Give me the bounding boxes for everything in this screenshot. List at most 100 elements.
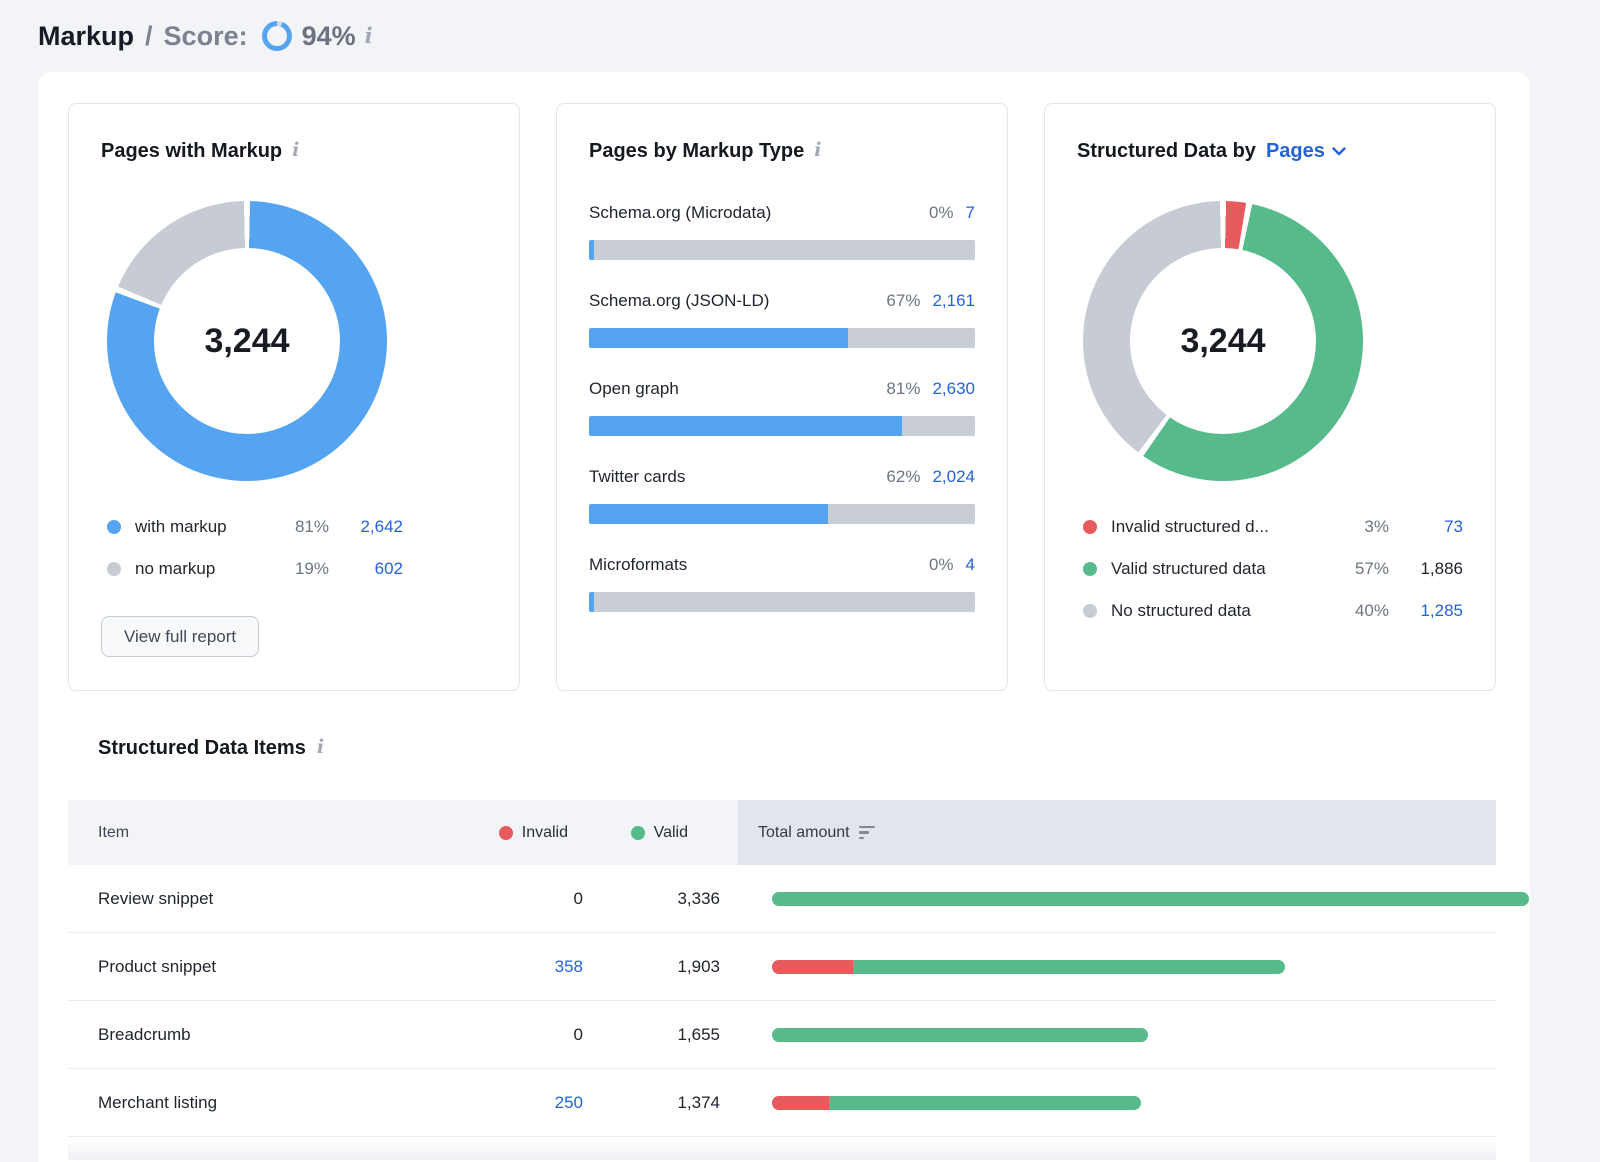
- markup-type-label: Open graph: [589, 379, 886, 399]
- total-bar-cell: [738, 892, 1529, 906]
- legend-item: no markup19%602: [107, 555, 403, 583]
- table-row: Review snippet 0 3,336: [68, 865, 1496, 933]
- structured-data-items-title: Structured Data Items: [98, 737, 306, 760]
- markup-type-value-link[interactable]: 4: [966, 555, 975, 575]
- total-bar-cell: [738, 1028, 1496, 1042]
- legend-value-link[interactable]: 73: [1389, 517, 1463, 537]
- markup-type-value-link[interactable]: 7: [966, 203, 975, 223]
- markup-type-label: Schema.org (JSON-LD): [589, 291, 886, 311]
- markup-type-bar-fill: [589, 592, 594, 612]
- markup-type-value-link[interactable]: 2,024: [932, 467, 975, 487]
- legend-percent: 3%: [1329, 517, 1389, 537]
- markup-type-percent: 0%: [929, 203, 954, 223]
- column-item: Item: [98, 824, 428, 842]
- markup-type-percent: 62%: [886, 467, 920, 487]
- score-info-icon[interactable]: i: [365, 25, 373, 46]
- valid-count: 1,903: [583, 957, 738, 977]
- table-row: Breadcrumb 0 1,655: [68, 1001, 1496, 1069]
- markup-type-percent: 0%: [929, 555, 954, 575]
- legend-percent: 81%: [269, 517, 329, 537]
- legend-value-link[interactable]: 2,642: [329, 517, 403, 537]
- markup-type-row: Schema.org (Microdata) 0% 7: [589, 203, 975, 260]
- legend-percent: 40%: [1329, 601, 1389, 621]
- invalid-count-link[interactable]: 358: [428, 957, 583, 977]
- valid-count: 1,655: [583, 1025, 738, 1045]
- invalid-bar-segment: [772, 1096, 829, 1110]
- markup-type-percent: 67%: [886, 291, 920, 311]
- summary-cards: Pages with Markup i 3,244 with markup81%…: [68, 103, 1496, 691]
- page-title: Markup: [38, 21, 134, 52]
- column-total-amount[interactable]: Total amount: [738, 800, 1496, 865]
- column-valid: Valid: [583, 824, 738, 842]
- invalid-count-link[interactable]: 250: [428, 1093, 583, 1113]
- card-title: Structured Data by: [1077, 140, 1256, 163]
- invalid-bar-segment: [772, 960, 853, 974]
- pages-with-markup-donut: 3,244: [107, 201, 387, 481]
- gray-dot-icon: [107, 562, 121, 576]
- markup-type-bar-fill: [589, 504, 828, 524]
- markup-type-bar-track: [589, 240, 975, 260]
- markup-type-label: Microformats: [589, 555, 929, 575]
- total-bar-cell: [738, 960, 1496, 974]
- donut-total: 3,244: [1180, 322, 1265, 361]
- markup-type-value-link[interactable]: 2,630: [932, 379, 975, 399]
- markup-type-value-link[interactable]: 2,161: [932, 291, 975, 311]
- markup-type-label: Twitter cards: [589, 467, 886, 487]
- legend-percent: 57%: [1329, 559, 1389, 579]
- markup-type-bar-track: [589, 328, 975, 348]
- structured-data-items-info-icon[interactable]: i: [317, 738, 324, 757]
- score-ring-icon: [262, 21, 292, 51]
- invalid-count: 0: [428, 1025, 583, 1045]
- legend-item: Invalid structured d...3%73: [1083, 513, 1463, 541]
- sort-descending-icon: [859, 826, 875, 840]
- pages-by-markup-type-info-icon[interactable]: i: [814, 141, 821, 160]
- blue-dot-icon: [107, 520, 121, 534]
- markup-type-label: Schema.org (Microdata): [589, 203, 929, 223]
- legend-item: Valid structured data57%1,886: [1083, 555, 1463, 583]
- legend-value-link[interactable]: 602: [329, 559, 403, 579]
- markup-type-bar-track: [589, 592, 975, 612]
- chevron-down-icon: [1332, 147, 1346, 156]
- markup-type-row: Schema.org (JSON-LD) 67% 2,161: [589, 291, 975, 348]
- markup-type-bar-track: [589, 416, 975, 436]
- markup-report-panel: Pages with Markup i 3,244 with markup81%…: [38, 72, 1530, 1162]
- red-dot-icon: [1083, 520, 1097, 534]
- card-pages-by-markup-type: Pages by Markup Type i Schema.org (Micro…: [556, 103, 1008, 691]
- pages-with-markup-legend: with markup81%2,642 no markup19%602: [107, 513, 403, 583]
- column-invalid: Invalid: [428, 824, 583, 842]
- legend-value-link[interactable]: 1,285: [1389, 601, 1463, 621]
- legend-value: 1,886: [1389, 559, 1463, 579]
- score-label: Score:: [164, 21, 248, 52]
- page-header: Markup / Score: 94% i: [0, 0, 1600, 72]
- selector-value: Pages: [1266, 140, 1325, 163]
- table-header-left: Item Invalid Valid: [68, 800, 738, 865]
- structured-data-by-selector[interactable]: Pages: [1266, 140, 1346, 163]
- title-separator: /: [145, 21, 153, 52]
- markup-type-row: Twitter cards 62% 2,024: [589, 467, 975, 524]
- donut-hole: 3,244: [1130, 248, 1316, 434]
- gray-dot-icon: [1083, 604, 1097, 618]
- total-amount-bar: [772, 892, 1529, 906]
- card-title: Pages with Markup: [101, 140, 282, 163]
- legend-label: with markup: [135, 517, 269, 537]
- markup-type-bar-fill: [589, 240, 594, 260]
- markup-type-bars: Schema.org (Microdata) 0% 7 Schema.org (…: [589, 203, 975, 612]
- card-pages-with-markup: Pages with Markup i 3,244 with markup81%…: [68, 103, 520, 691]
- total-bar-cell: [738, 1096, 1496, 1110]
- pages-with-markup-info-icon[interactable]: i: [292, 141, 299, 160]
- total-amount-bar: [772, 1028, 1148, 1042]
- column-valid-label: Valid: [654, 824, 688, 842]
- bottom-fade: [68, 1137, 1496, 1160]
- structured-data-legend: Invalid structured d...3%73 Valid structu…: [1083, 513, 1463, 625]
- card-title: Pages by Markup Type: [589, 140, 804, 163]
- invalid-count: 0: [428, 889, 583, 909]
- column-invalid-label: Invalid: [522, 824, 568, 842]
- legend-label: Valid structured data: [1111, 559, 1329, 579]
- item-name: Product snippet: [98, 957, 428, 977]
- view-full-report-button[interactable]: View full report: [101, 616, 259, 657]
- valid-count: 3,336: [583, 889, 738, 909]
- markup-type-bar-fill: [589, 328, 848, 348]
- legend-item: with markup81%2,642: [107, 513, 403, 541]
- column-total-label: Total amount: [758, 824, 850, 842]
- total-amount-bar: [772, 960, 1285, 974]
